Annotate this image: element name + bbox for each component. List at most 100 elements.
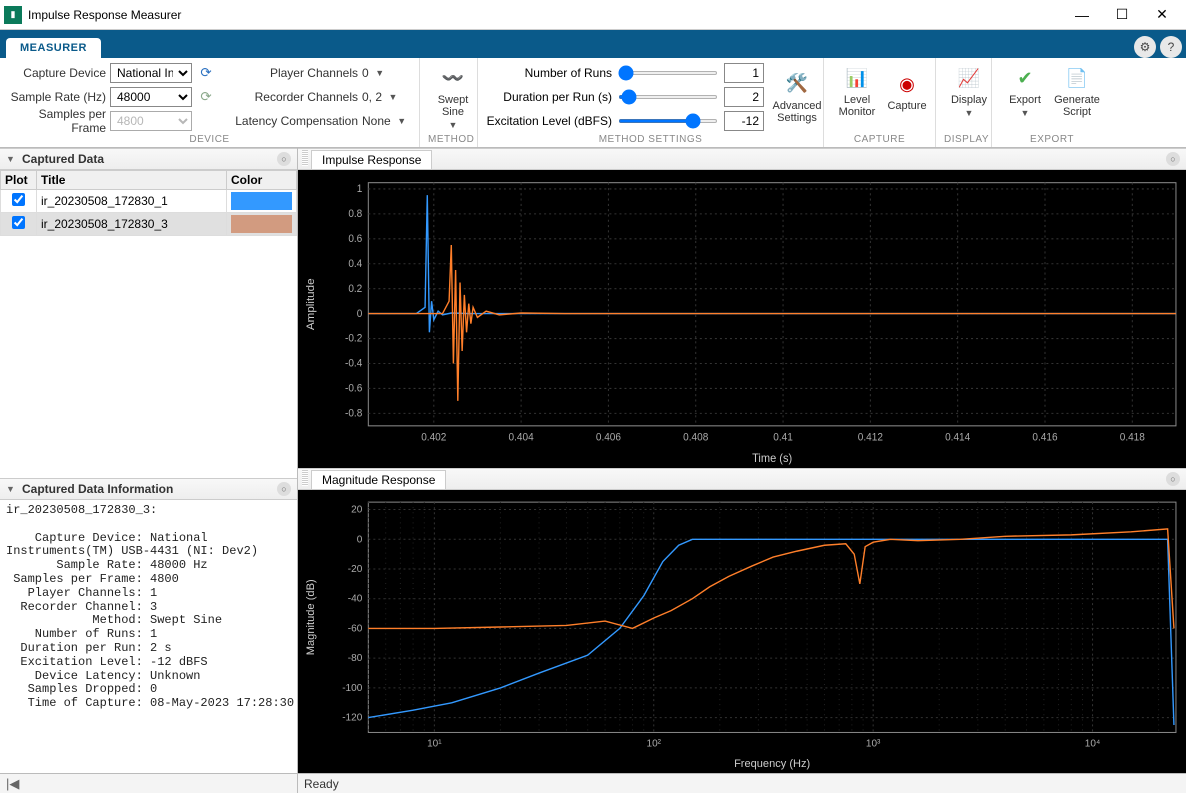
plot-checkbox[interactable] bbox=[12, 216, 25, 229]
sample-rate-refresh-icon[interactable]: ⟳ bbox=[196, 87, 216, 107]
magnitude-response-chart[interactable]: 10¹10²10³10⁴-120-100-80-60-40-20020Frequ… bbox=[298, 490, 1186, 773]
plot-checkbox[interactable] bbox=[12, 193, 25, 206]
tab-impulse-response[interactable]: Impulse Response bbox=[311, 150, 432, 169]
tab-measurer[interactable]: MEASURER bbox=[6, 38, 101, 58]
display-group-label: DISPLAY bbox=[944, 132, 983, 145]
gear-icon[interactable]: ⚙ bbox=[1134, 36, 1156, 58]
svg-text:Frequency (Hz): Frequency (Hz) bbox=[734, 758, 810, 770]
duration-slider[interactable] bbox=[618, 95, 718, 99]
recorder-channels-value: 0, 2 bbox=[362, 90, 382, 104]
collapse-icon[interactable]: ▼ bbox=[6, 484, 18, 494]
color-swatch[interactable] bbox=[231, 215, 292, 233]
excitation-slider[interactable] bbox=[618, 119, 718, 123]
captured-data-panel: ▼ Captured Data ○ Plot Title Color ir_20… bbox=[0, 148, 297, 478]
num-runs-label: Number of Runs bbox=[486, 66, 612, 80]
num-runs-slider[interactable] bbox=[618, 71, 718, 75]
panel-close-icon[interactable]: ○ bbox=[1166, 152, 1180, 166]
panel-close-icon[interactable]: ○ bbox=[1166, 472, 1180, 486]
export-icon: ✔ bbox=[1011, 64, 1039, 92]
excitation-label: Excitation Level (dBFS) bbox=[486, 114, 612, 128]
refresh-devices-icon[interactable]: ⟳ bbox=[196, 63, 216, 83]
export-button[interactable]: ✔ Export ▼ bbox=[1000, 62, 1050, 120]
player-channels-dropdown[interactable]: ▼ bbox=[373, 68, 387, 78]
advanced-settings-icon: 🛠️ bbox=[783, 70, 811, 98]
svg-text:0.4: 0.4 bbox=[348, 259, 362, 270]
captured-info-body[interactable]: ir_20230508_172830_3: Capture Device: Na… bbox=[0, 500, 297, 773]
num-runs-input[interactable] bbox=[724, 63, 764, 83]
svg-text:0.41: 0.41 bbox=[773, 432, 793, 443]
svg-text:20: 20 bbox=[351, 505, 363, 516]
recorder-channels-label: Recorder Channels bbox=[230, 90, 358, 104]
svg-text:10²: 10² bbox=[647, 739, 662, 750]
svg-text:10¹: 10¹ bbox=[427, 739, 442, 750]
col-color[interactable]: Color bbox=[227, 171, 297, 190]
display-icon: 📈 bbox=[955, 64, 983, 92]
sample-rate-label: Sample Rate (Hz) bbox=[8, 90, 106, 104]
color-swatch[interactable] bbox=[231, 192, 292, 210]
panel-close-icon[interactable]: ○ bbox=[277, 482, 291, 496]
col-plot[interactable]: Plot bbox=[1, 171, 37, 190]
svg-text:10³: 10³ bbox=[866, 739, 881, 750]
svg-text:0.414: 0.414 bbox=[945, 432, 970, 443]
method-settings-group-label: METHOD SETTINGS bbox=[486, 132, 815, 145]
method-group-label: METHOD bbox=[428, 132, 469, 145]
svg-text:0.8: 0.8 bbox=[348, 209, 362, 220]
tabstrip: MEASURER ⚙ ? bbox=[0, 30, 1186, 58]
svg-text:0: 0 bbox=[357, 309, 363, 320]
svg-text:1: 1 bbox=[357, 184, 363, 195]
table-row[interactable]: ir_20230508_172830_1 bbox=[1, 190, 297, 213]
svg-text:0.2: 0.2 bbox=[348, 284, 362, 295]
status-bar: |◀ Ready bbox=[0, 773, 1186, 793]
collapse-icon[interactable]: ▼ bbox=[6, 154, 18, 164]
svg-text:-0.4: -0.4 bbox=[345, 358, 363, 369]
capture-title: ir_20230508_172830_3 bbox=[37, 213, 227, 236]
svg-text:-0.8: -0.8 bbox=[345, 408, 363, 419]
main-area: ▼ Captured Data ○ Plot Title Color ir_20… bbox=[0, 148, 1186, 773]
swept-sine-icon: 〰️ bbox=[439, 64, 467, 92]
level-monitor-button[interactable]: 📊 Level Monitor bbox=[832, 62, 882, 120]
tab-magnitude-response[interactable]: Magnitude Response bbox=[311, 470, 446, 489]
captured-info-panel: ▼ Captured Data Information ○ ir_2023050… bbox=[0, 478, 297, 773]
panel-close-icon[interactable]: ○ bbox=[277, 152, 291, 166]
latency-comp-dropdown[interactable]: ▼ bbox=[395, 116, 409, 126]
maximize-button[interactable]: ☐ bbox=[1102, 0, 1142, 30]
swept-sine-button[interactable]: 〰️ Swept Sine ▼ bbox=[428, 62, 478, 132]
svg-text:0.418: 0.418 bbox=[1120, 432, 1145, 443]
close-button[interactable]: ✕ bbox=[1142, 0, 1182, 30]
titlebar: ▮ Impulse Response Measurer — ☐ ✕ bbox=[0, 0, 1186, 30]
duration-label: Duration per Run (s) bbox=[486, 90, 612, 104]
svg-text:-60: -60 bbox=[348, 624, 363, 635]
svg-text:0.406: 0.406 bbox=[596, 432, 621, 443]
generate-script-button[interactable]: 📄 Generate Script bbox=[1050, 62, 1104, 120]
svg-text:0: 0 bbox=[357, 534, 363, 545]
capture-device-select[interactable]: National In... bbox=[110, 63, 192, 83]
duration-input[interactable] bbox=[724, 87, 764, 107]
grip-icon[interactable] bbox=[302, 470, 308, 486]
table-row[interactable]: ir_20230508_172830_3 bbox=[1, 213, 297, 236]
help-icon[interactable]: ? bbox=[1160, 36, 1182, 58]
impulse-response-chart[interactable]: 0.4020.4040.4060.4080.410.4120.4140.4160… bbox=[298, 170, 1186, 468]
grip-icon[interactable] bbox=[302, 150, 308, 166]
capture-title: ir_20230508_172830_1 bbox=[37, 190, 227, 213]
captured-data-table: Plot Title Color ir_20230508_172830_1 ir… bbox=[0, 170, 297, 236]
svg-text:10⁴: 10⁴ bbox=[1085, 739, 1100, 750]
captured-data-title: Captured Data bbox=[22, 152, 104, 166]
svg-text:0.408: 0.408 bbox=[683, 432, 708, 443]
player-channels-label: Player Channels bbox=[230, 66, 358, 80]
minimize-button[interactable]: — bbox=[1062, 0, 1102, 30]
display-button[interactable]: 📈 Display ▼ bbox=[944, 62, 994, 120]
recorder-channels-dropdown[interactable]: ▼ bbox=[386, 92, 400, 102]
svg-text:-40: -40 bbox=[348, 594, 363, 605]
sample-rate-select[interactable]: 48000 bbox=[110, 87, 192, 107]
captured-info-title: Captured Data Information bbox=[22, 482, 173, 496]
capture-button[interactable]: ◉ Capture bbox=[882, 62, 932, 120]
rewind-icon[interactable]: |◀ bbox=[6, 776, 19, 792]
latency-comp-label: Latency Compensation bbox=[230, 114, 358, 128]
svg-text:-0.2: -0.2 bbox=[345, 334, 363, 345]
script-icon: 📄 bbox=[1063, 64, 1091, 92]
excitation-input[interactable] bbox=[724, 111, 764, 131]
svg-text:0.416: 0.416 bbox=[1032, 432, 1057, 443]
advanced-settings-button[interactable]: 🛠️ Advanced Settings bbox=[772, 68, 822, 126]
export-group-label: EXPORT bbox=[1000, 132, 1104, 145]
col-title[interactable]: Title bbox=[37, 171, 227, 190]
